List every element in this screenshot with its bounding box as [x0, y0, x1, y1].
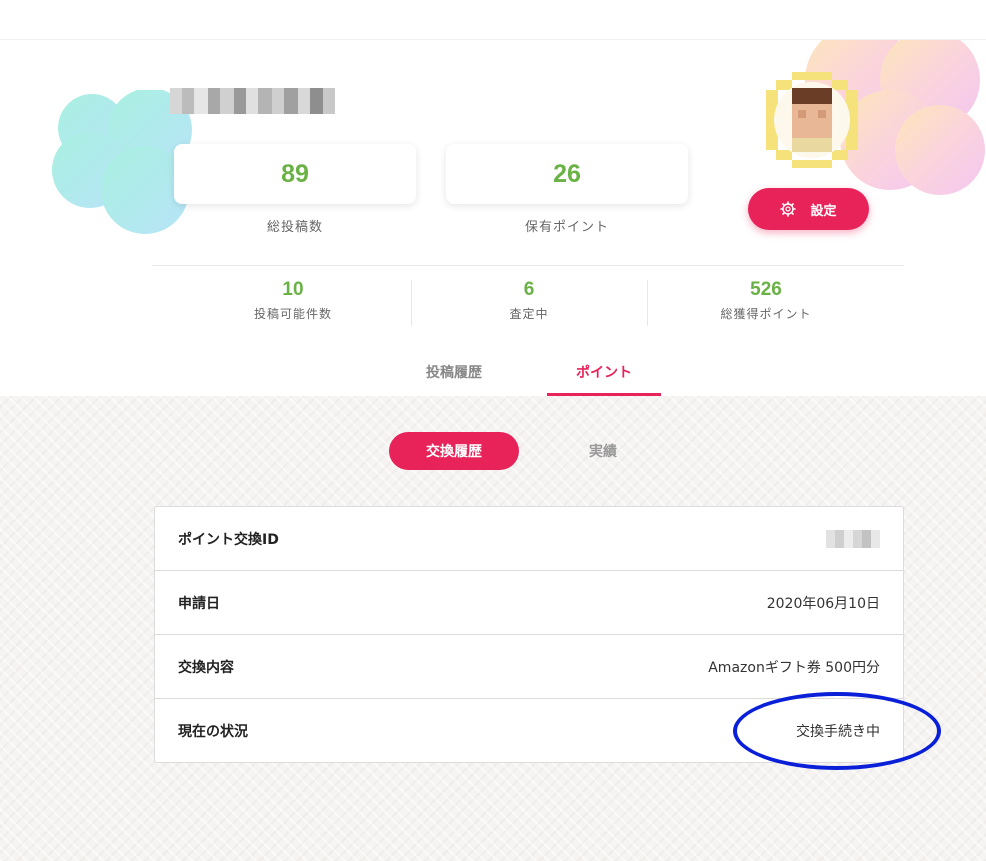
owned-points-card: 26: [446, 144, 688, 204]
total-earned-points-label: 総獲得ポイント: [720, 307, 812, 321]
postable-count-label: 投稿可能件数: [253, 307, 332, 321]
username-redacted: [170, 88, 335, 114]
under-review-stat: 6 査定中: [411, 278, 647, 322]
exchange-content-label: 交換内容: [178, 659, 234, 676]
total-posts-value: 89: [281, 159, 309, 188]
current-status-value: 交換手続き中: [796, 724, 880, 740]
current-status-label: 現在の状況: [178, 724, 248, 740]
under-review-value: 6: [523, 279, 535, 300]
owned-points-label: 保有ポイント: [524, 220, 609, 235]
top-header-bar: [0, 0, 986, 40]
settings-button-label: 設定: [810, 203, 837, 219]
application-date-label: 申請日: [178, 595, 220, 612]
exchange-detail-table: ポイント交換ID 申請日 2020年06月10日 交換内容 Amazonギフト券…: [154, 506, 904, 763]
postable-count-stat: 10 投稿可能件数: [175, 278, 411, 322]
table-row: 現在の状況 交換手続き中: [155, 699, 903, 763]
under-review-label: 査定中: [509, 307, 549, 321]
table-row: 交換内容 Amazonギフト券 500円分: [155, 635, 903, 699]
total-earned-points-value: 526: [750, 279, 782, 300]
settings-button[interactable]: 設定: [748, 188, 869, 230]
avatar: [766, 72, 858, 168]
subtab-exchange-history[interactable]: 交換履歴: [389, 432, 519, 470]
total-earned-points-stat: 526 総獲得ポイント: [648, 278, 884, 322]
exchange-content-value: Amazonギフト券 500円分: [708, 659, 880, 676]
total-posts-label: 総投稿数: [266, 220, 323, 235]
subtab-achievements[interactable]: 実績: [538, 432, 668, 470]
exchange-id-label: ポイント交換ID: [178, 531, 279, 548]
tab-points[interactable]: ポイント: [547, 362, 661, 396]
owned-points-value: 26: [553, 159, 581, 188]
total-posts-card: 89: [174, 144, 416, 204]
gear-icon: [780, 201, 797, 217]
tab-post-history[interactable]: 投稿履歴: [397, 362, 511, 396]
exchange-id-redacted: [826, 529, 880, 548]
postable-count-value: 10: [282, 279, 304, 300]
stats-divider: [152, 265, 904, 266]
table-row: 申請日 2020年06月10日: [155, 571, 903, 635]
application-date-value: 2020年06月10日: [766, 595, 880, 612]
profile-section: 89 総投稿数 26 保有ポイント 設定 10 投稿可能件数 6 査定中 526…: [0, 40, 986, 396]
table-row: ポイント交換ID: [155, 507, 903, 571]
points-content-area: 交換履歴 実績 ポイント交換ID 申請日 2020年06月10日 交換内容 Am…: [0, 396, 986, 861]
